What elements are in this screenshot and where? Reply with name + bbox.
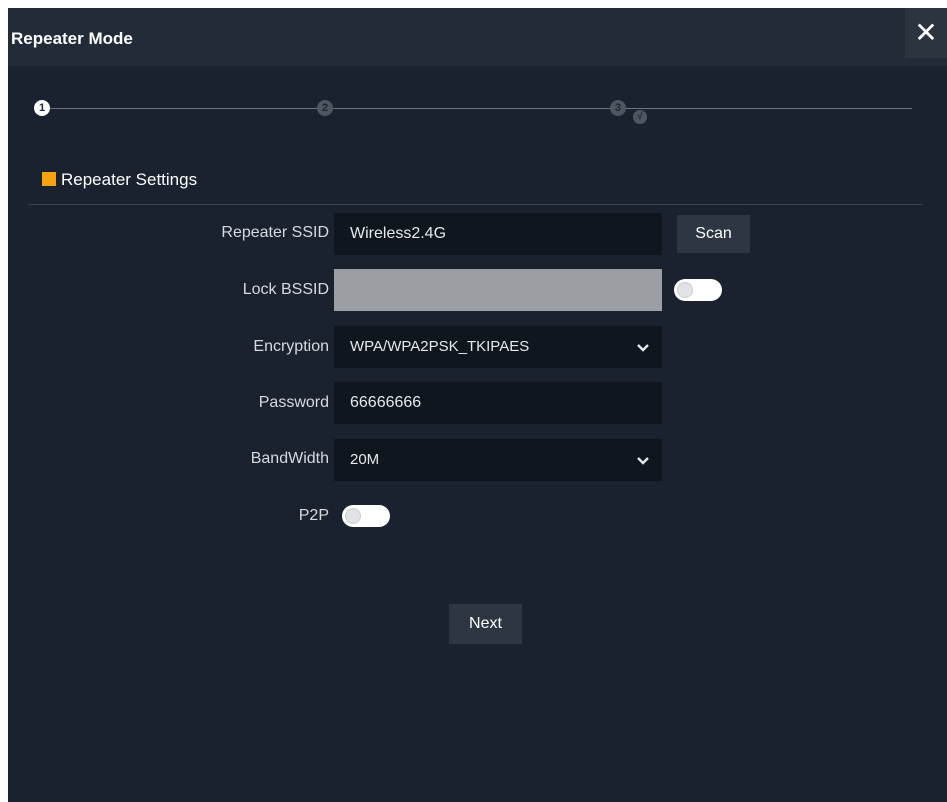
chevron-down-icon bbox=[636, 439, 650, 481]
password-label: Password bbox=[258, 394, 329, 411]
ssid-label: Repeater SSID bbox=[221, 224, 329, 241]
bandwidth-value: 20M bbox=[350, 451, 380, 468]
section-title: Repeater Settings bbox=[61, 170, 198, 189]
p2p-label: P2P bbox=[298, 507, 329, 524]
dialog-titlebar: Repeater Mode bbox=[8, 8, 947, 66]
close-icon: ✕ bbox=[914, 17, 938, 48]
encryption-label: Encryption bbox=[253, 338, 329, 355]
step-1-indicator: 1 bbox=[34, 100, 50, 116]
encryption-select[interactable]: WPA/WPA2PSK_TKIPAES bbox=[334, 326, 662, 368]
lock-bssid-label: Lock BSSID bbox=[242, 281, 329, 298]
bandwidth-select[interactable]: 20M bbox=[334, 439, 662, 481]
repeater-mode-dialog: Repeater Mode ✕ 1 2 3 √ Repeater Setting… bbox=[8, 8, 947, 802]
section-header: Repeater Settings bbox=[42, 170, 197, 190]
step-2-indicator: 2 bbox=[317, 100, 333, 116]
ssid-input[interactable]: Wireless2.4G bbox=[334, 213, 662, 255]
chevron-down-icon bbox=[636, 326, 650, 368]
next-button[interactable]: Next bbox=[449, 604, 522, 644]
lock-bssid-toggle[interactable] bbox=[674, 279, 722, 301]
toggle-knob bbox=[345, 508, 361, 524]
section-divider bbox=[28, 204, 922, 205]
toggle-knob bbox=[677, 282, 693, 298]
section-marker-icon bbox=[42, 172, 56, 186]
password-input[interactable]: 66666666 bbox=[334, 382, 662, 424]
dialog-title: Repeater Mode bbox=[11, 29, 133, 48]
step-3-indicator: 3 bbox=[610, 100, 626, 116]
step-3-check-icon: √ bbox=[633, 110, 647, 124]
step-progress: 1 2 3 √ bbox=[8, 94, 947, 134]
close-button[interactable]: ✕ bbox=[905, 8, 947, 58]
bandwidth-label: BandWidth bbox=[250, 450, 329, 467]
step-connector bbox=[42, 108, 912, 109]
p2p-toggle[interactable] bbox=[342, 505, 390, 527]
scan-button[interactable]: Scan bbox=[677, 215, 750, 253]
lock-bssid-input[interactable] bbox=[334, 269, 662, 311]
encryption-value: WPA/WPA2PSK_TKIPAES bbox=[350, 338, 530, 355]
